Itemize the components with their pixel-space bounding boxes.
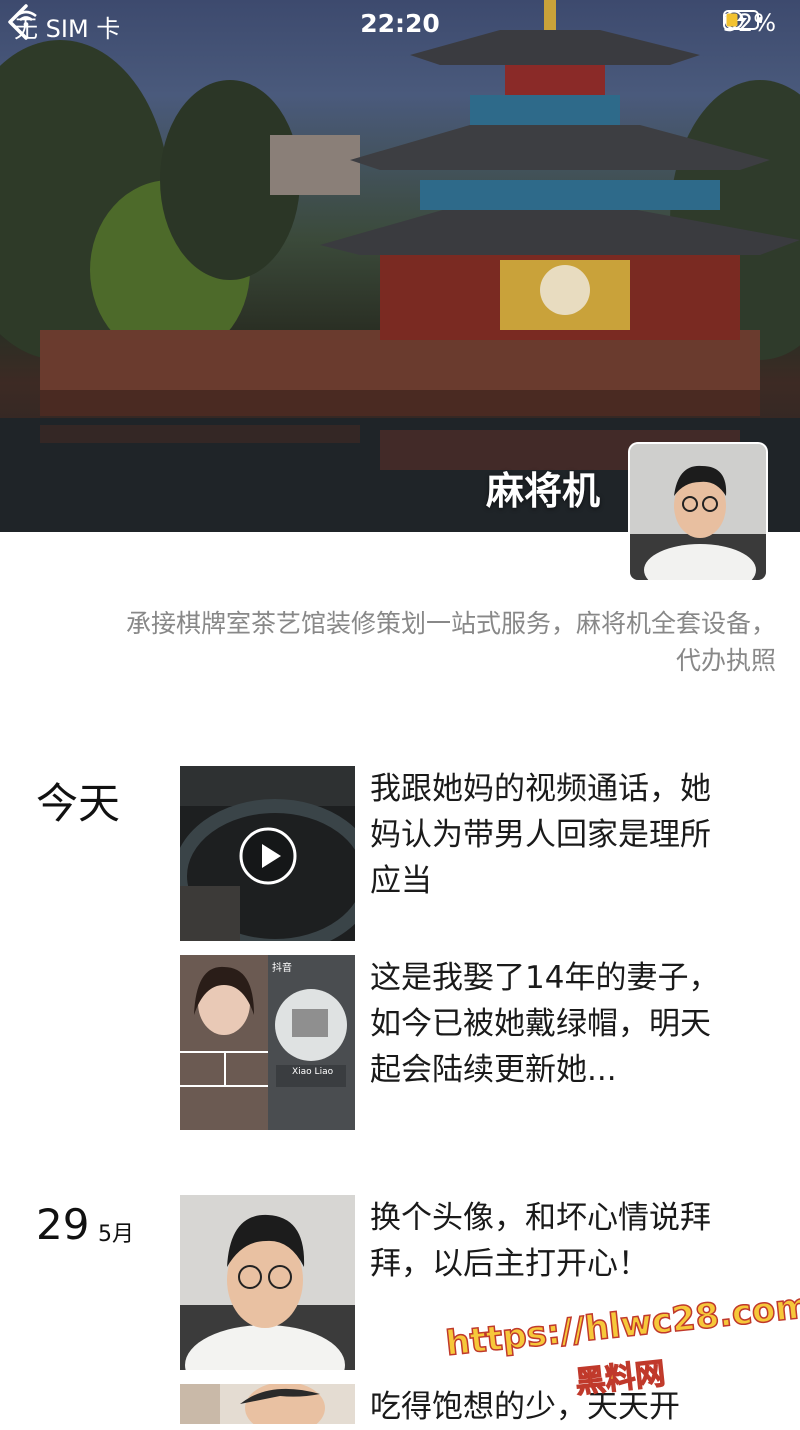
battery-charging-icon [722,10,762,30]
status-bar: 无 SIM 卡 22:20 32% [0,0,800,48]
play-icon[interactable] [238,826,298,886]
post-thumbnail-image[interactable] [180,1195,355,1370]
clock: 22:20 [360,9,440,38]
thumb-caption: Xiao Liao [292,1067,334,1077]
post-text[interactable]: 换个头像，和坏心情说拜拜，以后主打开心！ [370,1195,730,1287]
post-text[interactable]: 这是我娶了14年的妻子，如今已被她戴绿帽，明天起会陆续更新她... [370,955,730,1093]
profile-name: 麻将机 [485,469,600,513]
post-text[interactable]: 吃得饱想的少，天天开 [370,1384,730,1430]
date-label-month: 5月 [98,1222,134,1247]
date-label-today: 今天 [36,779,121,828]
post-thumbnail-image[interactable]: 抖音 Xiao Liao [180,955,355,1130]
post-text[interactable]: 我跟她妈的视频通话，她妈认为带男人回家是理所应当 [370,766,730,904]
watermark-url: https://hlwc28.com [443,1285,800,1365]
post-thumbnail-video[interactable] [180,766,355,941]
back-chevron-icon[interactable] [0,0,40,44]
profile-signature: 承接棋牌室茶艺馆装修策划一站式服务，麻将机全套设备，代办执照 [125,609,776,675]
avatar[interactable] [630,444,766,580]
thumb-app-label: 抖音 [272,963,292,974]
date-label-day: 29 [36,1200,90,1249]
post-thumbnail-image[interactable] [180,1384,355,1424]
